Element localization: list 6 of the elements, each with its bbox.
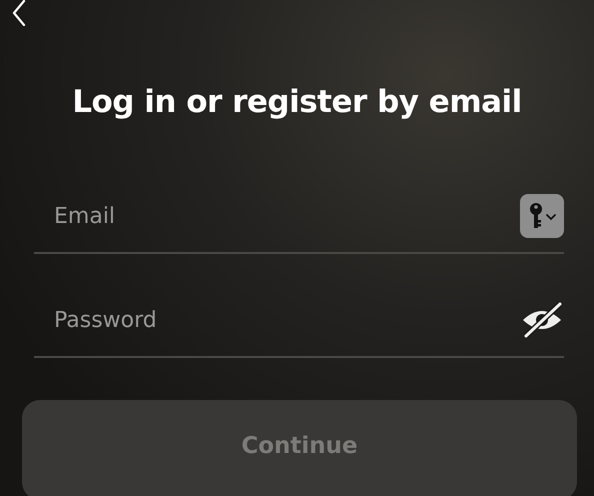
back-icon bbox=[12, 0, 26, 26]
back-button[interactable] bbox=[12, 0, 26, 26]
email-field[interactable]: Email bbox=[54, 204, 520, 228]
key-icon[interactable] bbox=[520, 194, 564, 238]
password-field[interactable]: Password bbox=[54, 308, 520, 332]
page-title: Log in or register by email bbox=[71, 84, 523, 120]
